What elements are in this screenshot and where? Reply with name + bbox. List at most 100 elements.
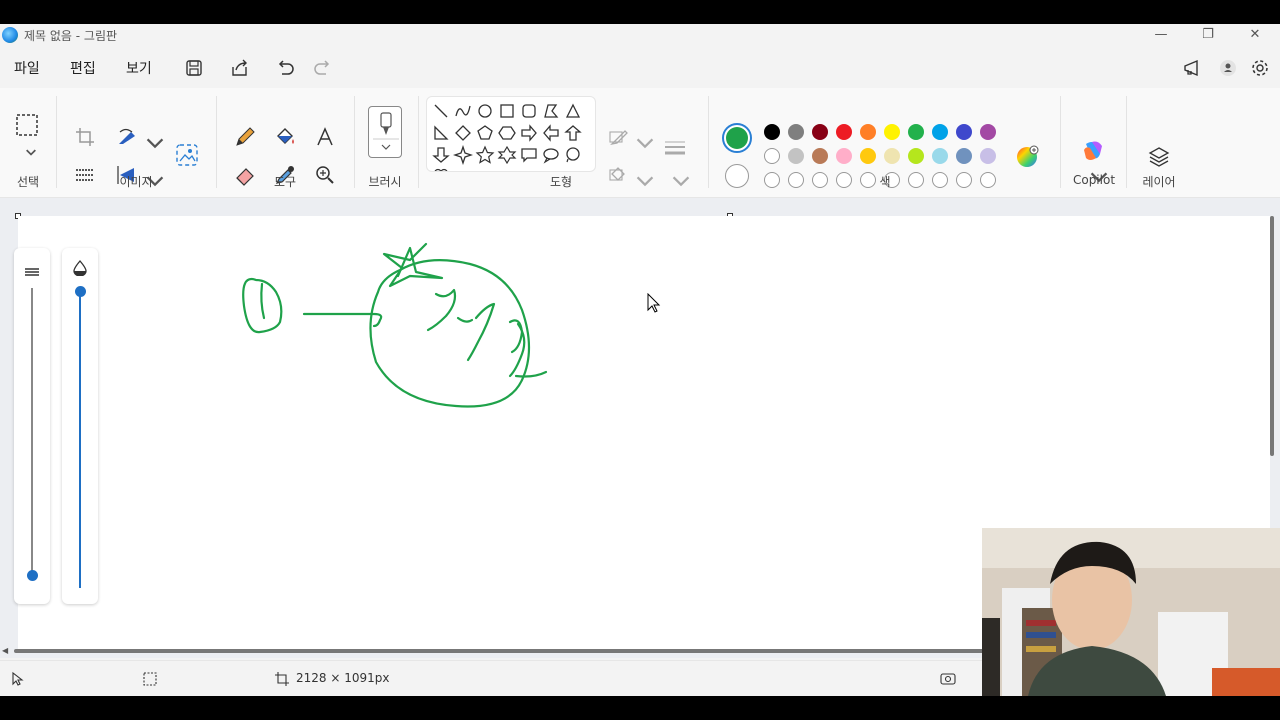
menu-view[interactable]: 보기	[126, 58, 152, 78]
outline-icon[interactable]	[606, 124, 632, 150]
color-swatch[interactable]	[764, 148, 780, 164]
color-swatch[interactable]	[956, 172, 972, 188]
eraser-icon[interactable]	[232, 162, 258, 188]
crop-icon[interactable]	[72, 124, 98, 150]
brush-size-slider[interactable]	[14, 248, 50, 604]
color-swatch[interactable]	[812, 124, 828, 140]
rounded-rectangle-shape-icon[interactable]	[519, 101, 539, 121]
select-dropdown-chevron-icon[interactable]	[18, 140, 36, 156]
color-swatch[interactable]	[812, 148, 828, 164]
close-button[interactable]: ✕	[1240, 26, 1270, 44]
undo-icon[interactable]	[270, 54, 298, 82]
color-swatch[interactable]	[884, 148, 900, 164]
opacity-drop-icon	[72, 260, 88, 277]
cloud-callout-shape-icon[interactable]	[563, 145, 583, 165]
color-swatch[interactable]	[980, 124, 996, 140]
color-swatch[interactable]	[932, 148, 948, 164]
right-arrow-shape-icon[interactable]	[519, 123, 539, 143]
menu-file[interactable]: 파일	[14, 58, 40, 78]
pentagon-shape-icon[interactable]	[475, 123, 495, 143]
paint-app-icon	[2, 27, 18, 43]
four-point-star-shape-icon[interactable]	[452, 144, 474, 166]
ribbon-divider	[56, 96, 57, 188]
slider-thumb[interactable]	[75, 286, 86, 297]
color-swatch[interactable]	[884, 124, 900, 140]
down-arrow-shape-icon[interactable]	[431, 145, 451, 165]
color-swatch[interactable]	[788, 172, 804, 188]
opacity-slider[interactable]	[62, 248, 98, 604]
hexagon-shape-icon[interactable]	[497, 123, 517, 143]
color-swatch[interactable]	[836, 124, 852, 140]
fill-bucket-icon[interactable]	[272, 124, 298, 150]
stroke-size-dropdown-chevron-icon[interactable]	[668, 168, 690, 187]
horizontal-scrollbar[interactable]: ◀	[0, 646, 1000, 656]
rectangle-select-icon[interactable]	[14, 112, 40, 138]
brush-selector-button[interactable]	[368, 106, 402, 158]
scrollbar-thumb[interactable]	[1270, 216, 1274, 456]
line-shape-icon[interactable]	[431, 101, 451, 121]
scrollbar-thumb[interactable]	[14, 649, 1000, 653]
color-swatch[interactable]	[788, 148, 804, 164]
redo-icon[interactable]	[310, 54, 338, 82]
restore-button[interactable]: ❐	[1193, 26, 1223, 44]
color-swatch[interactable]	[836, 148, 852, 164]
rectangle-shape-icon[interactable]	[497, 101, 517, 121]
color-swatch[interactable]	[764, 124, 780, 140]
text-icon[interactable]	[312, 124, 338, 150]
outline-dropdown-chevron-icon[interactable]	[632, 130, 654, 149]
layers-icon[interactable]	[1146, 144, 1172, 170]
right-triangle-shape-icon[interactable]	[431, 123, 451, 143]
diamond-shape-icon[interactable]	[453, 123, 473, 143]
color-swatch[interactable]	[908, 172, 924, 188]
ribbon: 선택 이미지 도구 브러시 도형 색 Copilot 레이어	[0, 88, 1280, 198]
color-swatch[interactable]	[956, 124, 972, 140]
curve-shape-icon[interactable]	[453, 101, 473, 121]
copilot-icon[interactable]	[1080, 138, 1106, 164]
rotate-dropdown-chevron-icon[interactable]	[142, 130, 164, 149]
share-icon[interactable]	[225, 54, 253, 82]
image-generator-icon[interactable]	[174, 142, 200, 168]
color-swatch[interactable]	[980, 172, 996, 188]
resize-icon[interactable]	[72, 162, 98, 188]
color-swatch[interactable]	[788, 124, 804, 140]
color-swatch[interactable]	[956, 148, 972, 164]
edit-colors-icon[interactable]	[1014, 144, 1040, 170]
color-swatch[interactable]	[764, 172, 780, 188]
menu-edit[interactable]: 편집	[70, 58, 96, 78]
oval-callout-shape-icon[interactable]	[541, 145, 561, 165]
feedback-icon[interactable]	[1178, 54, 1206, 82]
color-swatch[interactable]	[836, 172, 852, 188]
color-swatch[interactable]	[932, 172, 948, 188]
fill-icon[interactable]	[606, 162, 632, 188]
fill-dropdown-chevron-icon[interactable]	[632, 168, 654, 187]
scroll-left-arrow-icon[interactable]: ◀	[2, 646, 8, 655]
account-icon[interactable]	[1214, 54, 1242, 82]
triangle-shape-icon[interactable]	[563, 101, 583, 121]
color-swatch[interactable]	[812, 172, 828, 188]
settings-icon[interactable]	[1246, 54, 1274, 82]
save-icon[interactable]	[180, 54, 208, 82]
fit-to-window-icon[interactable]	[940, 671, 956, 687]
color-swatch[interactable]	[932, 124, 948, 140]
left-arrow-shape-icon[interactable]	[541, 123, 561, 143]
color-swatch[interactable]	[860, 148, 876, 164]
secondary-color-swatch[interactable]	[725, 164, 749, 188]
color-swatch[interactable]	[980, 148, 996, 164]
color-swatch[interactable]	[860, 124, 876, 140]
stroke-size-icon[interactable]	[662, 136, 688, 162]
pencil-icon[interactable]	[232, 124, 258, 150]
color-swatch[interactable]	[908, 124, 924, 140]
five-point-star-shape-icon[interactable]	[475, 145, 495, 165]
rotate-icon[interactable]	[114, 124, 140, 150]
rect-callout-shape-icon[interactable]	[519, 145, 539, 165]
oval-shape-icon[interactable]	[475, 101, 495, 121]
slider-thumb[interactable]	[27, 570, 38, 581]
six-point-star-shape-icon[interactable]	[497, 145, 517, 165]
magnifier-icon[interactable]	[312, 162, 338, 188]
up-arrow-shape-icon[interactable]	[563, 123, 583, 143]
heart-shape-icon[interactable]	[431, 167, 451, 171]
minimize-button[interactable]: —	[1146, 26, 1176, 44]
primary-color-ring[interactable]	[722, 123, 752, 153]
polygon-shape-icon[interactable]	[541, 101, 561, 121]
color-swatch[interactable]	[908, 148, 924, 164]
